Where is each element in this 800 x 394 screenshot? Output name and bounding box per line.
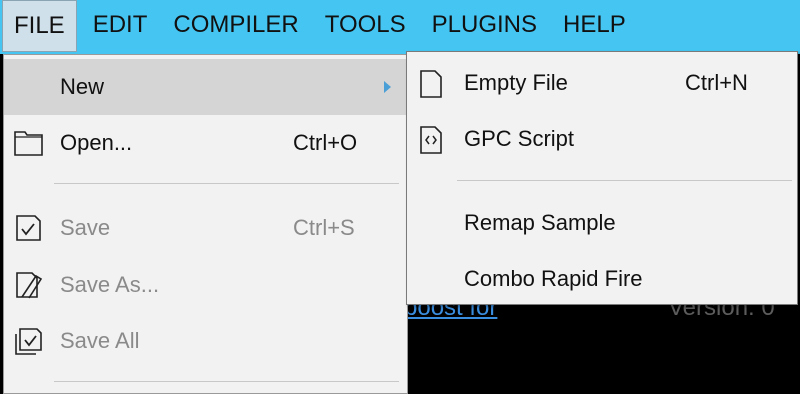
menu-item-save-label: Save [60,215,111,240]
menu-item-save-all[interactable]: Save All [4,313,407,369]
menu-item-save-all-label: Save All [60,328,140,353]
menu-help[interactable]: HELP [550,0,639,50]
menu-item-open-shortcut: Ctrl+O [293,130,358,155]
menu-item-save-as[interactable]: Save As... [4,257,407,313]
submenu-item-gpc-script-label: GPC Script [464,126,575,151]
file-icon [416,68,446,106]
submenu-item-empty-file[interactable]: Empty File Ctrl+N [407,55,797,111]
menu-item-save[interactable]: Save Ctrl+S [4,200,407,256]
new-submenu: Empty File Ctrl+N GPC Script Remap Sampl… [406,51,798,305]
menu-bar: FILE EDIT COMPILER TOOLS PLUGINS HELP [0,0,800,54]
folder-icon [12,128,46,164]
save-all-icon [12,326,46,362]
menu-item-save-shortcut: Ctrl+S [293,215,355,240]
menu-edit[interactable]: EDIT [80,0,161,50]
submenu-item-remap-sample[interactable]: Remap Sample [407,195,797,251]
code-file-icon [416,124,446,162]
menu-item-new[interactable]: New [4,59,407,115]
menu-file[interactable]: FILE [2,0,77,52]
file-menu-dropdown: New Open... Ctrl+O Save Ctrl+S Save As..… [3,54,408,394]
submenu-separator [457,180,792,181]
submenu-item-empty-file-shortcut: Ctrl+N [685,70,748,95]
menu-item-save-as-label: Save As... [60,272,160,297]
save-as-icon [12,270,46,306]
submenu-item-combo-rapid-fire-label: Combo Rapid Fire [464,266,643,291]
menu-tools[interactable]: TOOLS [312,0,419,50]
submenu-item-gpc-script[interactable]: GPC Script [407,111,797,167]
menu-plugins[interactable]: PLUGINS [419,0,550,50]
menu-compiler[interactable]: COMPILER [160,0,311,50]
save-icon [12,213,46,249]
submenu-arrow-icon [384,81,391,93]
submenu-item-empty-file-label: Empty File [464,70,568,95]
menu-item-open[interactable]: Open... Ctrl+O [4,115,407,171]
menu-separator [54,183,399,184]
submenu-item-remap-sample-label: Remap Sample [464,210,616,235]
menu-item-new-label: New [60,74,105,99]
menu-item-open-label: Open... [60,130,133,155]
submenu-item-combo-rapid-fire[interactable]: Combo Rapid Fire [407,251,797,307]
